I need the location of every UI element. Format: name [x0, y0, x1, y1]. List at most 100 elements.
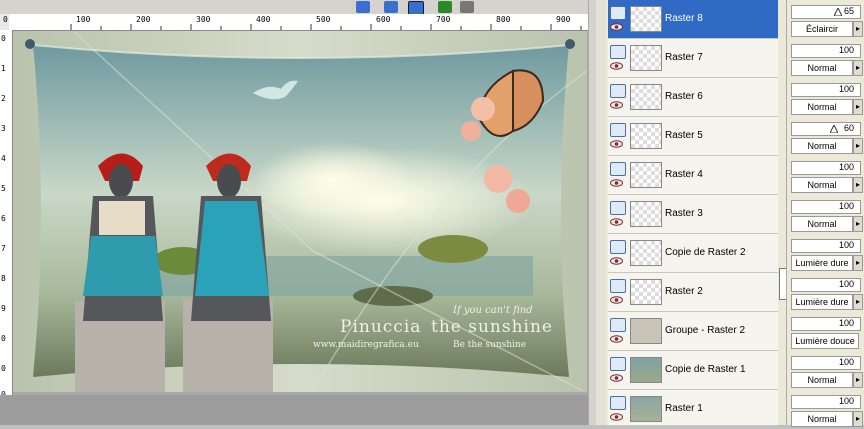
layer-prop-row: 60 Normal ▸	[791, 120, 863, 156]
opacity-slider[interactable]: 60	[791, 122, 861, 136]
chevron-right-icon[interactable]: ▸	[853, 294, 863, 310]
eye-icon[interactable]	[610, 218, 623, 226]
layer-row-raster-2[interactable]: Raster 2	[608, 273, 778, 312]
raster-layer-icon	[610, 123, 626, 137]
opacity-slider[interactable]: 100	[791, 278, 861, 292]
eye-icon[interactable]	[610, 296, 623, 304]
chevron-right-icon[interactable]: ▸	[853, 99, 863, 115]
eye-icon[interactable]	[610, 335, 623, 343]
blend-mode-select[interactable]: Normal	[791, 216, 853, 232]
tool-button-3[interactable]	[408, 1, 424, 15]
opacity-slider[interactable]: 100	[791, 395, 861, 409]
opacity-value: 100	[838, 279, 854, 289]
chevron-right-icon[interactable]: ▸	[853, 60, 863, 76]
chevron-right-icon[interactable]: ▸	[853, 21, 863, 37]
artwork-canvas[interactable]: Pinuccia www.maidiregrafica.eu If you ca…	[13, 31, 587, 392]
opacity-value: 100	[838, 240, 854, 250]
eye-icon[interactable]	[610, 101, 623, 109]
opacity-slider[interactable]: 100	[791, 200, 861, 214]
layer-row-raster-5[interactable]: Raster 5	[608, 117, 778, 156]
layers-scrollbar[interactable]	[596, 0, 606, 425]
layer-thumbnail	[630, 396, 662, 422]
layer-row-raster-8[interactable]: Raster 8	[608, 0, 778, 39]
opacity-value: 100	[838, 318, 854, 328]
opacity-slider[interactable]: 100	[791, 44, 861, 58]
ruler-top: 0 100 200 300 400 500 600 700 800 900	[3, 14, 588, 31]
opacity-slider[interactable]: 100	[791, 317, 861, 331]
blend-mode-select[interactable]: Lumière dure	[791, 294, 853, 310]
ruler-top-label: 0	[3, 15, 8, 24]
blend-mode-select[interactable]: Normal	[791, 60, 853, 76]
eye-icon[interactable]	[610, 257, 623, 265]
eye-icon[interactable]	[610, 62, 623, 70]
layer-row-copie-raster-2[interactable]: Copie de Raster 2	[608, 234, 778, 273]
layer-name: Raster 5	[665, 130, 703, 141]
layer-name: Raster 3	[665, 208, 703, 219]
ruler-left-label: 6	[1, 214, 6, 223]
layer-name: Raster 1	[665, 403, 703, 414]
opacity-value: 65	[843, 6, 854, 16]
chevron-right-icon[interactable]: ▸	[853, 255, 863, 271]
layer-row-raster-6[interactable]: Raster 6	[608, 78, 778, 117]
opacity-slider[interactable]: 100	[791, 356, 861, 370]
opacity-slider[interactable]: 100	[791, 239, 861, 253]
layer-prop-row: 100 Lumière dure ▸	[791, 237, 863, 273]
chevron-right-icon[interactable]: ▸	[853, 372, 863, 388]
blend-mode-select[interactable]: Normal	[791, 138, 853, 154]
layer-thumbnail	[630, 84, 662, 110]
layer-row-raster-1[interactable]: Raster 1	[608, 390, 778, 426]
opacity-value: 100	[838, 201, 854, 211]
tool-button-5[interactable]	[460, 1, 474, 13]
layers-palette: Raster 8 Raster 7 Raster 6 Raster 5 Rast…	[596, 0, 864, 427]
layer-thumbnail	[630, 240, 662, 266]
opacity-slider[interactable]: 65	[791, 5, 861, 19]
layer-name: Copie de Raster 2	[665, 247, 746, 258]
layer-row-raster-4[interactable]: Raster 4	[608, 156, 778, 195]
tool-button-4[interactable]	[438, 1, 452, 13]
raster-layer-icon	[610, 45, 626, 59]
ruler-left-label: 8	[1, 274, 6, 283]
eye-icon[interactable]	[610, 179, 623, 187]
canvas-area[interactable]: 0 100 200 300 400 500 600 700 800 900 0 …	[0, 0, 588, 425]
raster-layer-icon	[610, 396, 626, 410]
blend-mode-select[interactable]: Lumière dure	[791, 255, 853, 271]
quote-line-1: If you can't find	[453, 305, 533, 316]
layer-thumbnail	[630, 123, 662, 149]
chevron-right-icon[interactable]: ▸	[853, 177, 863, 193]
layer-row-copie-raster-1[interactable]: Copie de Raster 1	[608, 351, 778, 390]
blend-mode-select[interactable]: Normal	[791, 372, 853, 388]
raster-layer-icon	[610, 357, 626, 371]
layer-row-raster-7[interactable]: Raster 7	[608, 39, 778, 78]
opacity-slider[interactable]: 100	[791, 83, 861, 97]
layer-thumbnail	[630, 357, 662, 383]
blend-mode-select[interactable]: Normal	[791, 99, 853, 115]
opacity-slider[interactable]: 100	[791, 161, 861, 175]
ruler-top-ticks	[70, 24, 582, 30]
blend-mode-select[interactable]: Normal	[791, 177, 853, 193]
raster-layer-icon	[610, 84, 626, 98]
eye-icon[interactable]	[610, 23, 623, 31]
layer-thumbnail	[630, 162, 662, 188]
layer-name: Raster 8	[665, 13, 703, 24]
layer-properties-column: 65 Éclaircir ▸ 100 Normal ▸ 100 Normal ▸…	[786, 0, 864, 427]
tool-button-1[interactable]	[356, 1, 370, 13]
layer-row-raster-3[interactable]: Raster 3	[608, 195, 778, 234]
layer-thumbnail	[630, 318, 662, 344]
eye-icon[interactable]	[610, 413, 623, 421]
ruler-left-label: 4	[1, 154, 6, 163]
top-toolbar	[0, 0, 588, 15]
layer-prop-row: 100 Lumière dure ▸	[791, 276, 863, 312]
opacity-value: 100	[838, 84, 854, 94]
ruler-left-label: 0	[1, 364, 6, 373]
blend-mode-select[interactable]: Lumière douce	[791, 333, 859, 349]
layer-row-groupe-raster-2[interactable]: Groupe - Raster 2	[608, 312, 778, 351]
blend-mode-select[interactable]: Éclaircir	[791, 21, 853, 37]
eye-icon[interactable]	[610, 140, 623, 148]
chevron-right-icon[interactable]: ▸	[853, 138, 863, 154]
quote-line-3: Be the sunshine	[453, 340, 527, 350]
slider-marker-icon	[834, 8, 842, 16]
chevron-right-icon[interactable]: ▸	[853, 216, 863, 232]
layer-thumbnail	[630, 6, 662, 32]
eye-icon[interactable]	[610, 374, 623, 382]
tool-button-2[interactable]	[384, 1, 398, 13]
